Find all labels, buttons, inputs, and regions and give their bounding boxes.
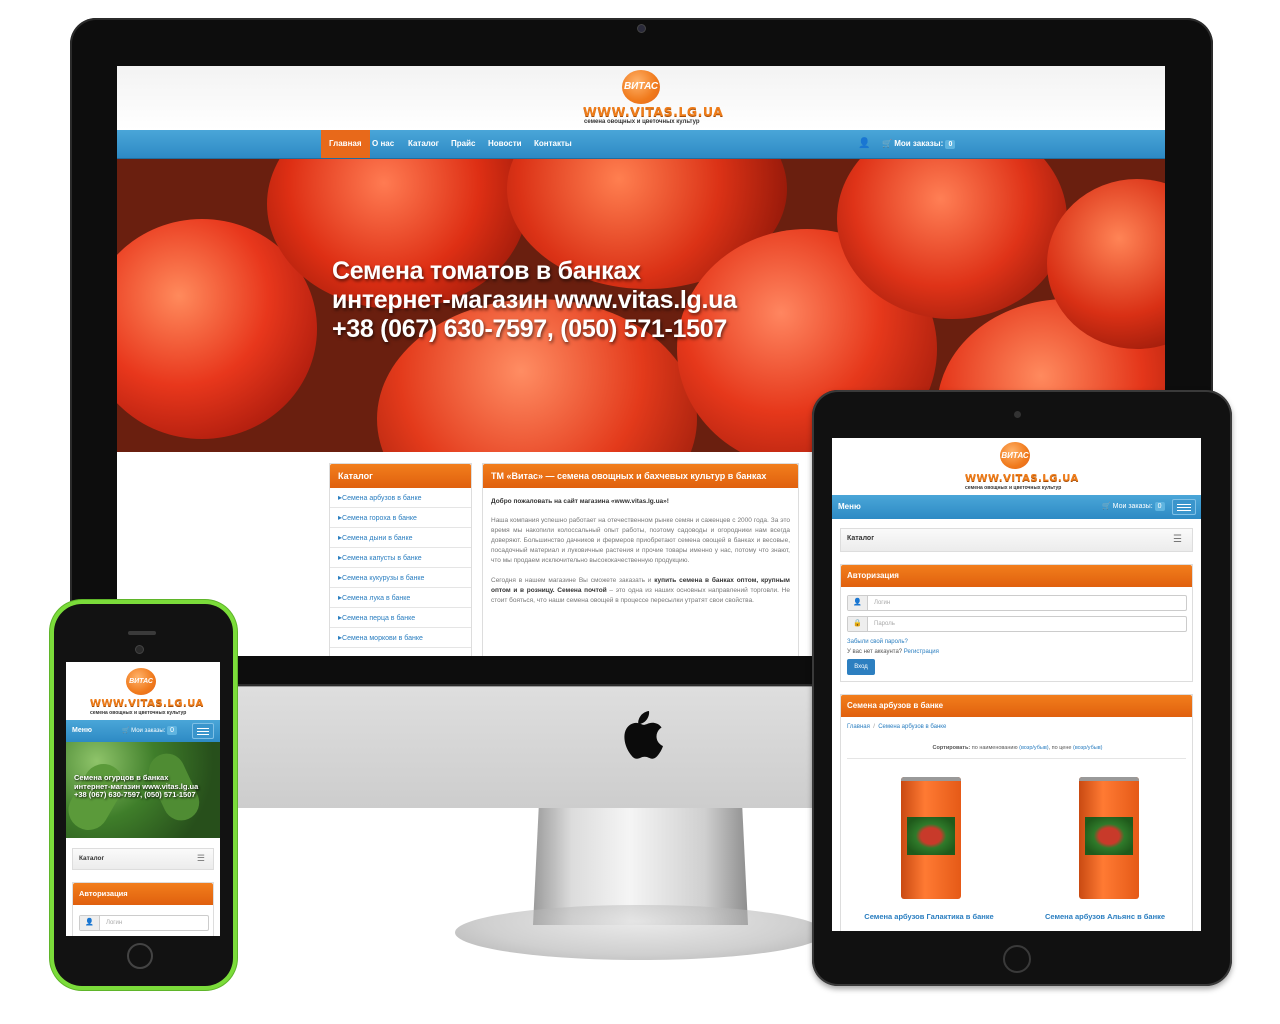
- forgot-password-link[interactable]: Забыли свой пароль?: [847, 639, 908, 645]
- nav-about[interactable]: О нас: [364, 130, 402, 158]
- desktop-header: ВИТАС WWW.VITAS.LG.UA семена овощных и ц…: [117, 66, 1165, 130]
- iphone-speaker: [128, 631, 156, 635]
- menu-toggle-label[interactable]: Меню: [72, 720, 92, 742]
- imac-camera: [637, 24, 646, 33]
- catalog-item[interactable]: Семена дыни в банке: [330, 528, 471, 548]
- nav-price[interactable]: Прайс: [443, 130, 483, 158]
- logo-badge-icon: ВИТАС: [622, 70, 660, 104]
- catalog-item[interactable]: Семена арбузов в банке: [330, 488, 471, 508]
- desktop-nav: Главная О нас Каталог Прайс Новости Конт…: [117, 130, 1165, 159]
- register-link[interactable]: Регистрация: [904, 649, 939, 655]
- logo-url[interactable]: WWW.VITAS.LG.UA: [965, 473, 1079, 484]
- hero-line-2: интернет-магазин www.vitas.lg.ua: [332, 286, 737, 314]
- catalog-title: Каталог: [330, 464, 471, 488]
- logo-tagline: семена овощных и цветочных культур: [965, 485, 1062, 491]
- logo-url[interactable]: WWW.VITAS.LG.UA: [90, 698, 204, 709]
- auth-title: Авторизация: [841, 565, 1192, 587]
- category-title: Семена арбузов в банке: [841, 695, 1192, 717]
- logo-url[interactable]: WWW.VITAS.LG.UA: [583, 104, 723, 119]
- wholesale-paragraph: Сегодня в нашем магазине Вы сможете зака…: [491, 577, 790, 604]
- iphone-home-button[interactable]: [127, 943, 153, 969]
- logo-tagline: семена овощных и цветочных культур: [584, 119, 700, 125]
- my-orders-label: Мои заказы:: [894, 139, 944, 148]
- breadcrumb: Главная / Семена арбузов в банке: [847, 724, 947, 730]
- catalog-item[interactable]: Семена капусты в банке: [330, 548, 471, 568]
- catalog-collapsed[interactable]: Каталог ☰: [840, 528, 1193, 552]
- intro-paragraph: Наша компания успешно работает на отечес…: [491, 517, 790, 564]
- my-orders-link[interactable]: 🛒 Мои заказы: 0: [874, 130, 963, 158]
- hero-line-1: Семена томатов в банках: [332, 257, 641, 285]
- category-panel: Семена арбузов в банке Главная / Семена …: [840, 694, 1193, 931]
- phone-nav: Меню 🛒 Мои заказы: 0: [66, 720, 220, 742]
- my-orders-link[interactable]: 🛒 Мои заказы: 0: [122, 720, 177, 742]
- phone-hero: Семена огурцов в банках интернет-магазин …: [66, 742, 220, 838]
- ipad-home-button[interactable]: [1003, 945, 1031, 973]
- breadcrumb-home[interactable]: Главная: [847, 724, 870, 730]
- catalog-sidebar: Каталог Семена арбузов в банке Семена го…: [329, 463, 472, 656]
- hamburger-menu-icon[interactable]: [192, 723, 214, 739]
- cart-icon: 🛒: [882, 139, 892, 148]
- product-image[interactable]: [901, 777, 961, 899]
- hamburger-menu-icon[interactable]: [1172, 499, 1196, 515]
- catalog-collapsed[interactable]: Каталог ☰: [72, 848, 214, 870]
- list-icon: ☰: [196, 853, 205, 863]
- orders-count-badge: 0: [945, 140, 956, 149]
- list-icon: ☰: [1173, 534, 1182, 545]
- hero-text: Семена томатов в банках интернет-магазин…: [332, 257, 737, 344]
- phone-screen: ВИТАС WWW.VITAS.LG.UA семена овощных и ц…: [66, 662, 220, 936]
- apple-logo-icon: [624, 711, 663, 759]
- iphone-camera: [135, 645, 144, 654]
- hero-line-3: +38 (067) 630-7597, (050) 571-1507: [332, 315, 727, 343]
- nav-home[interactable]: Главная: [321, 130, 370, 158]
- catalog-label: Каталог: [847, 535, 875, 542]
- my-orders-link[interactable]: 🛒 Мои заказы: 0: [1102, 495, 1165, 519]
- tablet-nav: Меню 🛒 Мои заказы: 0: [832, 495, 1201, 519]
- catalog-label: Каталог: [79, 855, 105, 862]
- product-title[interactable]: Семена арбузов Галактика в банке: [841, 912, 1017, 921]
- sort-by-price[interactable]: (возр/убыв): [1073, 745, 1102, 751]
- product-image[interactable]: [1079, 777, 1139, 899]
- auth-panel: Авторизация 👤 Логин 🔒 Пароль Забыли свой п…: [840, 564, 1193, 682]
- login-button[interactable]: Вход: [847, 659, 875, 675]
- user-icon: 👤: [80, 916, 100, 930]
- breadcrumb-current[interactable]: Семена арбузов в банке: [878, 724, 946, 730]
- menu-toggle-label[interactable]: Меню: [838, 495, 861, 519]
- catalog-item[interactable]: Семена лука в банке: [330, 588, 471, 608]
- lock-icon: 🔒: [848, 617, 868, 631]
- catalog-item[interactable]: Семена кукурузы в банке: [330, 568, 471, 588]
- nav-catalog[interactable]: Каталог: [400, 130, 447, 158]
- tablet-screen: ВИТАС WWW.VITAS.LG.UA семена овощных и ц…: [832, 438, 1201, 931]
- auth-panel: Авторизация 👤 Логин: [72, 882, 214, 936]
- catalog-item[interactable]: Семена перца в банке: [330, 608, 471, 628]
- sort-by-name[interactable]: (возр/убыв): [1019, 745, 1048, 751]
- main-title: ТМ «Витас» — семена овощных и бахчевых к…: [483, 464, 798, 488]
- nav-news[interactable]: Новости: [480, 130, 530, 158]
- password-input[interactable]: 🔒 Пароль: [847, 616, 1187, 632]
- login-input[interactable]: 👤 Логин: [79, 915, 209, 931]
- login-input[interactable]: 👤 Логин: [847, 595, 1187, 611]
- logo-tagline: семена овощных и цветочных культур: [90, 710, 187, 716]
- auth-title: Авторизация: [73, 883, 213, 905]
- sort-bar: Сортировать: по наименованию (возр/убыв)…: [932, 745, 1103, 751]
- catalog-item[interactable]: Семена моркови в банке: [330, 628, 471, 648]
- welcome-text: Добро пожаловать на сайт магазина «www.v…: [491, 498, 669, 505]
- ipad-camera: [1014, 411, 1021, 418]
- catalog-item[interactable]: Семена гороха в банке: [330, 508, 471, 528]
- nav-contacts[interactable]: Контакты: [526, 130, 580, 158]
- logo-badge-icon: ВИТАС: [1000, 442, 1030, 469]
- hero-text: Семена огурцов в банках интернет-магазин …: [74, 773, 199, 799]
- user-icon: 👤: [848, 596, 868, 610]
- product-title[interactable]: Семена арбузов Альянс в банке: [1017, 912, 1193, 921]
- main-content: ТМ «Витас» — семена овощных и бахчевых к…: [482, 463, 799, 656]
- register-line: У вас нет аккаунта? Регистрация: [847, 649, 939, 655]
- logo-badge-icon: ВИТАС: [126, 668, 156, 695]
